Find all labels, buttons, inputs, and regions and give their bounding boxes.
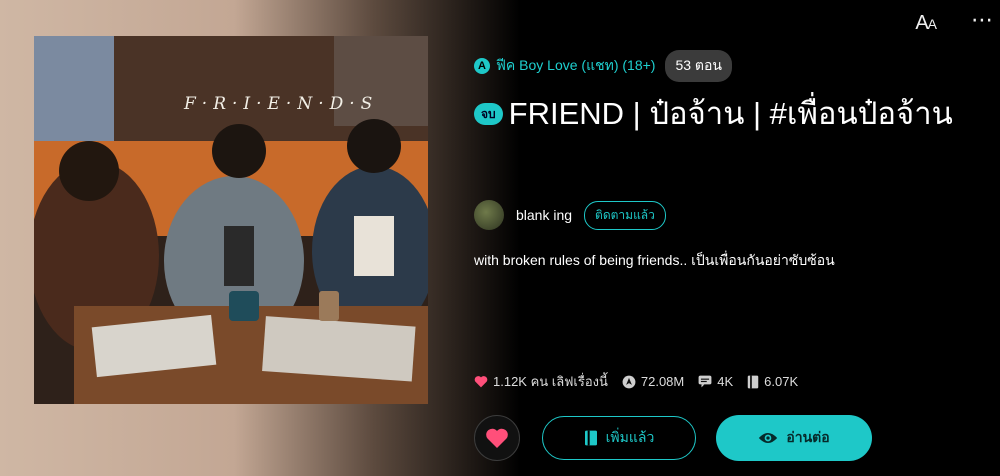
- book-icon: [747, 375, 759, 388]
- heart-filled-icon: [486, 428, 508, 448]
- font-size-small-glyph: A: [927, 16, 937, 32]
- follow-button[interactable]: ติดตามแล้ว: [584, 200, 666, 230]
- eye-icon: [759, 433, 778, 443]
- story-title-block: จบ FRIEND | ป๋อจ้าน | #เพื่อนป๋อจ้าน: [474, 86, 989, 141]
- comments-count: 4K: [717, 374, 734, 389]
- read-button-label: อ่านต่อ: [786, 429, 830, 445]
- genre-link[interactable]: ฟีค Boy Love (แชท) (18+): [496, 55, 655, 77]
- more-options-button[interactable]: ⋯: [971, 8, 994, 33]
- action-bar: เพิ่มแล้ว อ่านต่อ: [474, 415, 872, 461]
- views-icon: [622, 375, 636, 388]
- status-badge: จบ: [474, 103, 503, 125]
- author-avatar[interactable]: [474, 200, 504, 230]
- comments-stat: 4K: [698, 374, 733, 389]
- author-name[interactable]: blank ing: [516, 207, 572, 223]
- views-count: 72.08M: [640, 374, 685, 389]
- stats-row: 1.12K คน เลิฟเรื่องนี้ 72.08M 4K 6.07K: [474, 371, 812, 392]
- library-count: 6.07K: [764, 374, 799, 389]
- font-size-button[interactable]: AA: [915, 12, 937, 35]
- cover-logo-text: F·R·I·E·N·D·S: [184, 94, 379, 114]
- likes-stat: 1.12K คน เลิฟเรื่องนี้: [474, 371, 608, 392]
- story-title: FRIEND | ป๋อจ้าน | #เพื่อนป๋อจ้าน: [508, 96, 953, 131]
- comment-icon: [698, 375, 712, 388]
- library-button-label: เพิ่มแล้ว: [605, 429, 655, 445]
- heart-icon: [474, 376, 488, 388]
- author-row: blank ing ติดตามแล้ว: [474, 200, 666, 230]
- story-description: with broken rules of being friends.. เป็…: [474, 252, 835, 268]
- library-stat: 6.07K: [747, 374, 798, 389]
- views-stat: 72.08M: [622, 374, 684, 389]
- genre-category-icon: A: [474, 58, 490, 74]
- likes-count: 1.12K คน เลิฟเรื่องนี้: [493, 374, 608, 389]
- font-size-large-glyph: A: [915, 12, 928, 34]
- book-icon: [584, 430, 597, 446]
- added-to-library-button[interactable]: เพิ่มแล้ว: [542, 416, 696, 460]
- chapter-count-badge: 53 ตอน: [665, 50, 733, 82]
- genre-row: A ฟีค Boy Love (แชท) (18+) 53 ตอน: [474, 50, 733, 82]
- cover-image: F·R·I·E·N·D·S: [34, 36, 428, 404]
- like-button[interactable]: [474, 415, 520, 461]
- continue-reading-button[interactable]: อ่านต่อ: [716, 415, 872, 461]
